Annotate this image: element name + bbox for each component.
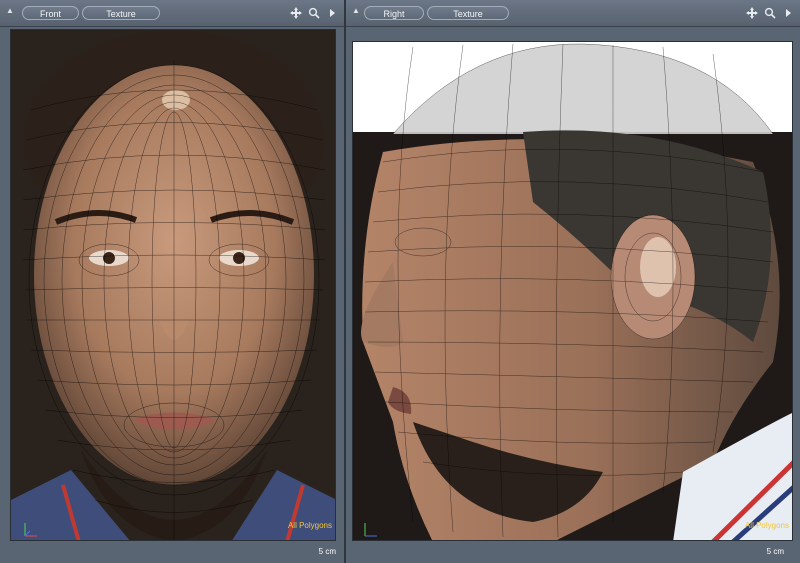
side-face-reference-image (353, 42, 792, 540)
view-mode-button[interactable]: Front (22, 6, 79, 20)
right-view-canvas[interactable]: All Polygons (352, 41, 793, 541)
zoom-icon[interactable] (764, 7, 776, 19)
zoom-icon[interactable] (308, 7, 320, 19)
axis-gizmo-icon (24, 523, 37, 537)
collapse-arrow-icon[interactable]: ▲ (352, 7, 360, 15)
front-face-reference-image (11, 30, 335, 540)
polygon-filter-label: All Polygons (744, 521, 789, 530)
polygon-filter-label: All Polygons (287, 521, 332, 530)
grid-scale-label: 5 cm (318, 547, 336, 556)
shading-mode-button[interactable]: Texture (82, 6, 160, 20)
viewport-right[interactable]: ▲ Right Texture All Polygons 5 cm (346, 0, 800, 563)
front-view-canvas[interactable]: All Polygons (10, 29, 336, 541)
collapse-arrow-icon[interactable]: ▲ (6, 7, 14, 15)
viewport-header: ▲ Front Texture (0, 0, 344, 27)
viewport-header: ▲ Right Texture (346, 0, 800, 27)
grid-scale-label: 5 cm (766, 547, 784, 556)
maximize-arrow-icon[interactable] (782, 7, 794, 19)
viewport-front[interactable]: ▲ Front Texture All Polygons 5 cm (0, 0, 344, 563)
axis-gizmo-icon (364, 523, 377, 537)
move-icon[interactable] (746, 7, 758, 19)
maximize-arrow-icon[interactable] (326, 7, 338, 19)
shading-mode-button[interactable]: Texture (427, 6, 509, 20)
view-mode-button[interactable]: Right (364, 6, 424, 20)
move-icon[interactable] (290, 7, 302, 19)
